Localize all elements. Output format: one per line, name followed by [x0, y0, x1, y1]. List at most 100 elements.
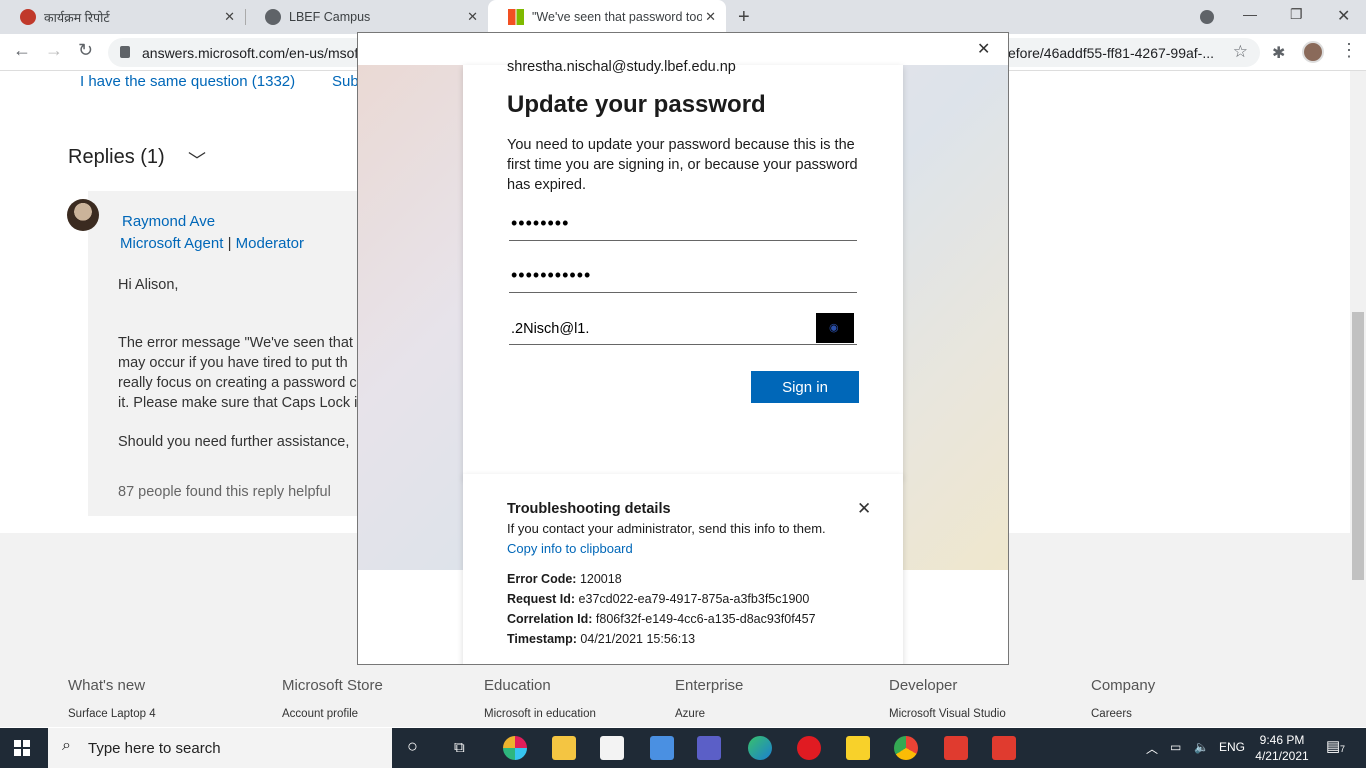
show-hidden-icons-icon[interactable]: ︿: [1146, 740, 1158, 757]
reply-line: The error message "We've seen that: [118, 335, 353, 351]
footer-heading: What's new: [68, 677, 146, 694]
reply-greeting: Hi Alison,: [118, 277, 179, 293]
tab-close-icon[interactable]: ✕: [705, 9, 716, 25]
tab-karyakram[interactable]: कार्यक्रम रिपोर्ट ✕: [0, 0, 245, 34]
avatar[interactable]: [67, 199, 99, 231]
troubleshooting-subtitle: If you contact your administrator, send …: [507, 521, 826, 536]
store-icon[interactable]: [600, 736, 624, 760]
back-icon[interactable]: ←: [13, 40, 31, 61]
tab-title: LBEF Campus: [289, 10, 371, 24]
slack-icon[interactable]: [503, 736, 527, 760]
confirm-password-field[interactable]: .2Nisch@l1.: [509, 315, 857, 345]
file-explorer-icon[interactable]: [552, 736, 576, 760]
footer-link[interactable]: Surface Laptop 4: [68, 708, 156, 720]
correlation-id-row: Correlation Id: f806f32f-e149-4cc6-a135-…: [507, 612, 816, 626]
search-placeholder: Type here to search: [88, 740, 221, 757]
current-password-field[interactable]: ••••••••: [509, 211, 857, 241]
account-email: shrestha.nischal@study.lbef.edu.np: [507, 59, 736, 75]
teams-icon[interactable]: [697, 736, 721, 760]
chevron-down-icon[interactable]: ﹀: [188, 147, 206, 173]
replies-heading: Replies (1): [68, 146, 165, 168]
profile-avatar[interactable]: [1302, 41, 1324, 63]
update-description: You need to update your password because…: [507, 137, 858, 193]
request-id-label: Request Id:: [507, 592, 576, 606]
footer-heading: Company: [1091, 677, 1156, 694]
mail-icon[interactable]: [650, 736, 674, 760]
menu-icon[interactable]: ⋮: [1340, 40, 1358, 61]
same-question-link[interactable]: I have the same question (1332): [80, 73, 295, 90]
new-password-field[interactable]: •••••••••••: [509, 263, 857, 293]
tab-title: "We've seen that password too m: [532, 10, 702, 24]
tab-password-error[interactable]: "We've seen that password too m ✕: [488, 0, 726, 34]
anydesk-icon[interactable]: [992, 736, 1016, 760]
reply-role: Microsoft Agent | Moderator: [120, 235, 305, 252]
microsoft-logo-icon: [508, 9, 524, 25]
signin-popup-window: ✕ shrestha.nischal@study.lbef.edu.np Upd…: [357, 32, 1009, 665]
footer-link[interactable]: Microsoft Visual Studio: [889, 708, 1006, 720]
minimize-icon[interactable]: —: [1243, 6, 1257, 22]
windows-start-icon[interactable]: [14, 740, 30, 756]
taskbar-search[interactable]: ⌕ Type here to search: [48, 728, 392, 768]
reply-author[interactable]: Raymond Ave: [122, 213, 215, 230]
anydesk-icon[interactable]: [944, 736, 968, 760]
error-code-label: Error Code:: [507, 572, 577, 586]
clock[interactable]: 9:46 PM 4/21/2021: [1252, 732, 1312, 764]
notification-icon[interactable]: ▤: [1326, 737, 1340, 755]
volume-icon[interactable]: 🔈: [1194, 740, 1209, 754]
timestamp-value: 04/21/2021 15:56:13: [580, 632, 696, 646]
window-close-icon[interactable]: ✕: [1337, 6, 1350, 26]
correlation-id-value: f806f32f-e149-4cc6-a135-d8ac93f0f457: [595, 612, 816, 626]
footer-link[interactable]: Microsoft in education: [484, 708, 596, 720]
forward-icon[interactable]: →: [45, 40, 63, 61]
url-tail-text: efore/46addf55-ff81-4267-99af-...: [1008, 45, 1215, 61]
footer-link[interactable]: Account profile: [282, 708, 358, 720]
scrollbar-thumb[interactable]: [1352, 312, 1364, 580]
chrome-icon[interactable]: [894, 736, 918, 760]
cortana-icon[interactable]: ○: [407, 736, 418, 757]
timestamp-label: Timestamp:: [507, 632, 577, 646]
footer-link[interactable]: Azure: [675, 708, 705, 720]
new-tab-button[interactable]: +: [738, 6, 750, 29]
error-code-row: Error Code: 120018: [507, 572, 622, 586]
tab-strip: कार्यक्रम रिपोर्ट ✕ LBEF Campus ✕ "We've…: [0, 0, 1366, 34]
sticky-notes-icon[interactable]: [846, 736, 870, 760]
network-icon[interactable]: ▭: [1170, 740, 1181, 754]
footer-heading: Microsoft Store: [282, 677, 383, 694]
sign-in-button[interactable]: Sign in: [751, 371, 859, 403]
troubleshooting-title: Troubleshooting details: [507, 501, 671, 517]
taskbar: ⌕ Type here to search ○ ⧉ ︿ ▭ 🔈 ENG 9:46…: [0, 728, 1366, 768]
copy-to-clipboard-link[interactable]: Copy info to clipboard: [507, 541, 633, 556]
request-id-row: Request Id: e37cd022-ea79-4917-875a-a3fb…: [507, 592, 809, 606]
extensions-icon[interactable]: ✱: [1272, 43, 1285, 63]
notification-count: 7: [1340, 744, 1346, 754]
footer-heading: Education: [484, 677, 551, 694]
edge-icon[interactable]: [748, 736, 772, 760]
bookmark-star-icon[interactable]: ☆: [1233, 42, 1248, 62]
helpful-count: 87 people found this reply helpful: [118, 484, 331, 500]
close-icon[interactable]: ✕: [857, 499, 871, 519]
tab-close-icon[interactable]: ✕: [467, 9, 478, 25]
footer-heading: Developer: [889, 677, 958, 694]
close-icon[interactable]: ✕: [977, 39, 990, 59]
reply-line: it. Please make sure that Caps Lock i: [118, 395, 358, 411]
reload-icon[interactable]: ↻: [78, 40, 93, 61]
footer-link[interactable]: Careers: [1091, 708, 1132, 720]
correlation-id-label: Correlation Id:: [507, 612, 593, 626]
tab-lbef-campus[interactable]: LBEF Campus ✕: [245, 0, 488, 34]
show-password-button[interactable]: ◉: [816, 313, 854, 343]
opera-icon[interactable]: [797, 736, 821, 760]
restore-icon[interactable]: ❐: [1290, 6, 1303, 23]
tab-search-icon[interactable]: [1200, 10, 1214, 24]
subscribe-link[interactable]: Sub: [332, 73, 359, 90]
language-indicator[interactable]: ENG: [1219, 740, 1245, 754]
clock-date: 4/21/2021: [1255, 749, 1309, 763]
tab-title: कार्यक्रम रिपोर्ट: [44, 10, 110, 25]
tab-close-icon[interactable]: ✕: [224, 9, 235, 25]
update-password-card: shrestha.nischal@study.lbef.edu.np Updat…: [463, 59, 903, 478]
reply-line: really focus on creating a password c: [118, 375, 357, 391]
clock-time: 9:46 PM: [1259, 733, 1305, 747]
task-view-icon[interactable]: ⧉: [454, 739, 465, 756]
globe-icon: [265, 9, 281, 25]
request-id-value: e37cd022-ea79-4917-875a-a3fb3f5c1900: [578, 592, 810, 606]
nepal-emblem-icon: [20, 9, 36, 25]
